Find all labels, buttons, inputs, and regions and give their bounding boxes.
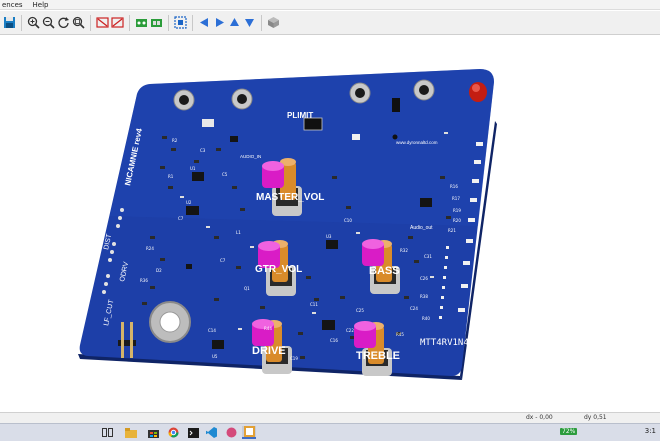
svg-text:U1: U1 [190, 166, 196, 171]
svg-text:C22: C22 [346, 328, 354, 333]
label-treble: TREBLE [356, 350, 400, 362]
3d-viewport[interactable]: PLIMIT MASTER_VOL GTR_VOL BASS DRIVE TRE… [0, 36, 660, 412]
svg-text:R38: R38 [420, 294, 428, 299]
menu-item-help[interactable]: Help [33, 0, 49, 10]
svg-text:U3: U3 [326, 234, 332, 239]
kicad-taskbar-icon[interactable] [242, 426, 256, 439]
store-icon[interactable] [146, 426, 160, 439]
svg-text:U2: U2 [186, 200, 192, 205]
svg-text:R1: R1 [168, 174, 174, 179]
taskbar-clock[interactable]: 3:1 [645, 427, 656, 435]
svg-text:R16: R16 [450, 184, 458, 189]
svg-text:C10: C10 [344, 218, 352, 223]
vscode-icon[interactable] [204, 426, 218, 439]
svg-text:R36: R36 [140, 278, 148, 283]
label-bass: BASS [369, 265, 400, 277]
terminal-icon[interactable] [186, 426, 200, 439]
status-dx: dx - 0,00 [526, 414, 553, 421]
render-3d-icon[interactable] [267, 16, 280, 29]
chrome-icon[interactable] [166, 426, 180, 439]
show-smd-icon[interactable] [150, 16, 163, 29]
svg-text:C7: C7 [220, 258, 226, 263]
svg-text:R32: R32 [400, 248, 408, 253]
svg-text:C26: C26 [420, 276, 428, 281]
svg-text:R44: R44 [264, 326, 272, 331]
smd-chip [202, 119, 214, 127]
svg-text:C14: C14 [208, 328, 216, 333]
svg-text:C16: C16 [330, 338, 338, 343]
svg-text:L1: L1 [236, 230, 241, 235]
svg-text:R45: R45 [396, 332, 404, 337]
svg-text:R20: R20 [453, 218, 461, 223]
zoom-redraw-icon[interactable] [57, 16, 70, 29]
svg-text:C7: C7 [178, 216, 184, 221]
pcb-board: PLIMIT MASTER_VOL GTR_VOL BASS DRIVE TRE… [78, 69, 497, 380]
menu-item-preferences[interactable]: ences [2, 0, 23, 10]
mounting-hole [149, 301, 191, 343]
svg-text:C11: C11 [310, 302, 318, 307]
show-through-holes-icon[interactable] [135, 16, 148, 29]
svg-text:Q1: Q1 [244, 286, 250, 291]
label-revision: MTT4RV1N4 [420, 338, 469, 348]
label-url: www.dyronnaltd.com [396, 140, 438, 145]
svg-text:R24: R24 [146, 246, 154, 251]
battery-indicator[interactable]: 72% [560, 428, 578, 435]
label-audio-in: AUDIO_IN [240, 154, 261, 159]
svg-text:R2: R2 [172, 138, 178, 143]
svg-text:D2: D2 [156, 268, 162, 273]
toolbar [0, 11, 660, 35]
hide-virtual-icon[interactable] [174, 16, 187, 29]
svg-text:C3: C3 [200, 148, 206, 153]
svg-text:C24: C24 [410, 306, 418, 311]
zoom-in-icon[interactable] [27, 16, 40, 29]
taskbar: 72% 3:1 [0, 423, 660, 441]
zoom-fit-icon[interactable] [72, 16, 85, 29]
svg-text:R21: R21 [448, 228, 456, 233]
svg-text:R17: R17 [452, 196, 460, 201]
hide-copper-front-icon[interactable] [111, 16, 124, 29]
app-icon-pink[interactable] [224, 426, 238, 439]
label-drive: DRIVE [252, 345, 286, 357]
status-dy: dy 0,51 [584, 414, 607, 421]
arrow-left-icon[interactable] [198, 16, 211, 29]
svg-text:R40: R40 [422, 316, 430, 321]
file-explorer-icon[interactable] [124, 426, 138, 439]
save-icon[interactable] [3, 16, 16, 29]
svg-text:C19: C19 [290, 356, 298, 361]
label-gtr-vol: GTR_VOL [255, 264, 302, 275]
label-audio-out: Audio_out [410, 225, 433, 231]
menu-bar: ences Help [0, 0, 660, 10]
red-led [469, 82, 487, 102]
label-plimit: PLIMIT [287, 111, 313, 120]
arrow-right-icon[interactable] [213, 16, 226, 29]
hide-copper-back-icon[interactable] [96, 16, 109, 29]
zoom-out-icon[interactable] [42, 16, 55, 29]
arrow-up-icon[interactable] [228, 16, 241, 29]
label-master-vol: MASTER_VOL [256, 192, 324, 203]
svg-text:C31: C31 [424, 254, 432, 259]
task-view-icon[interactable] [100, 426, 114, 439]
svg-text:R19: R19 [453, 208, 461, 213]
svg-text:C5: C5 [222, 172, 228, 177]
svg-text:C25: C25 [356, 308, 364, 313]
arrow-down-icon[interactable] [243, 16, 256, 29]
svg-text:U5: U5 [212, 354, 218, 359]
